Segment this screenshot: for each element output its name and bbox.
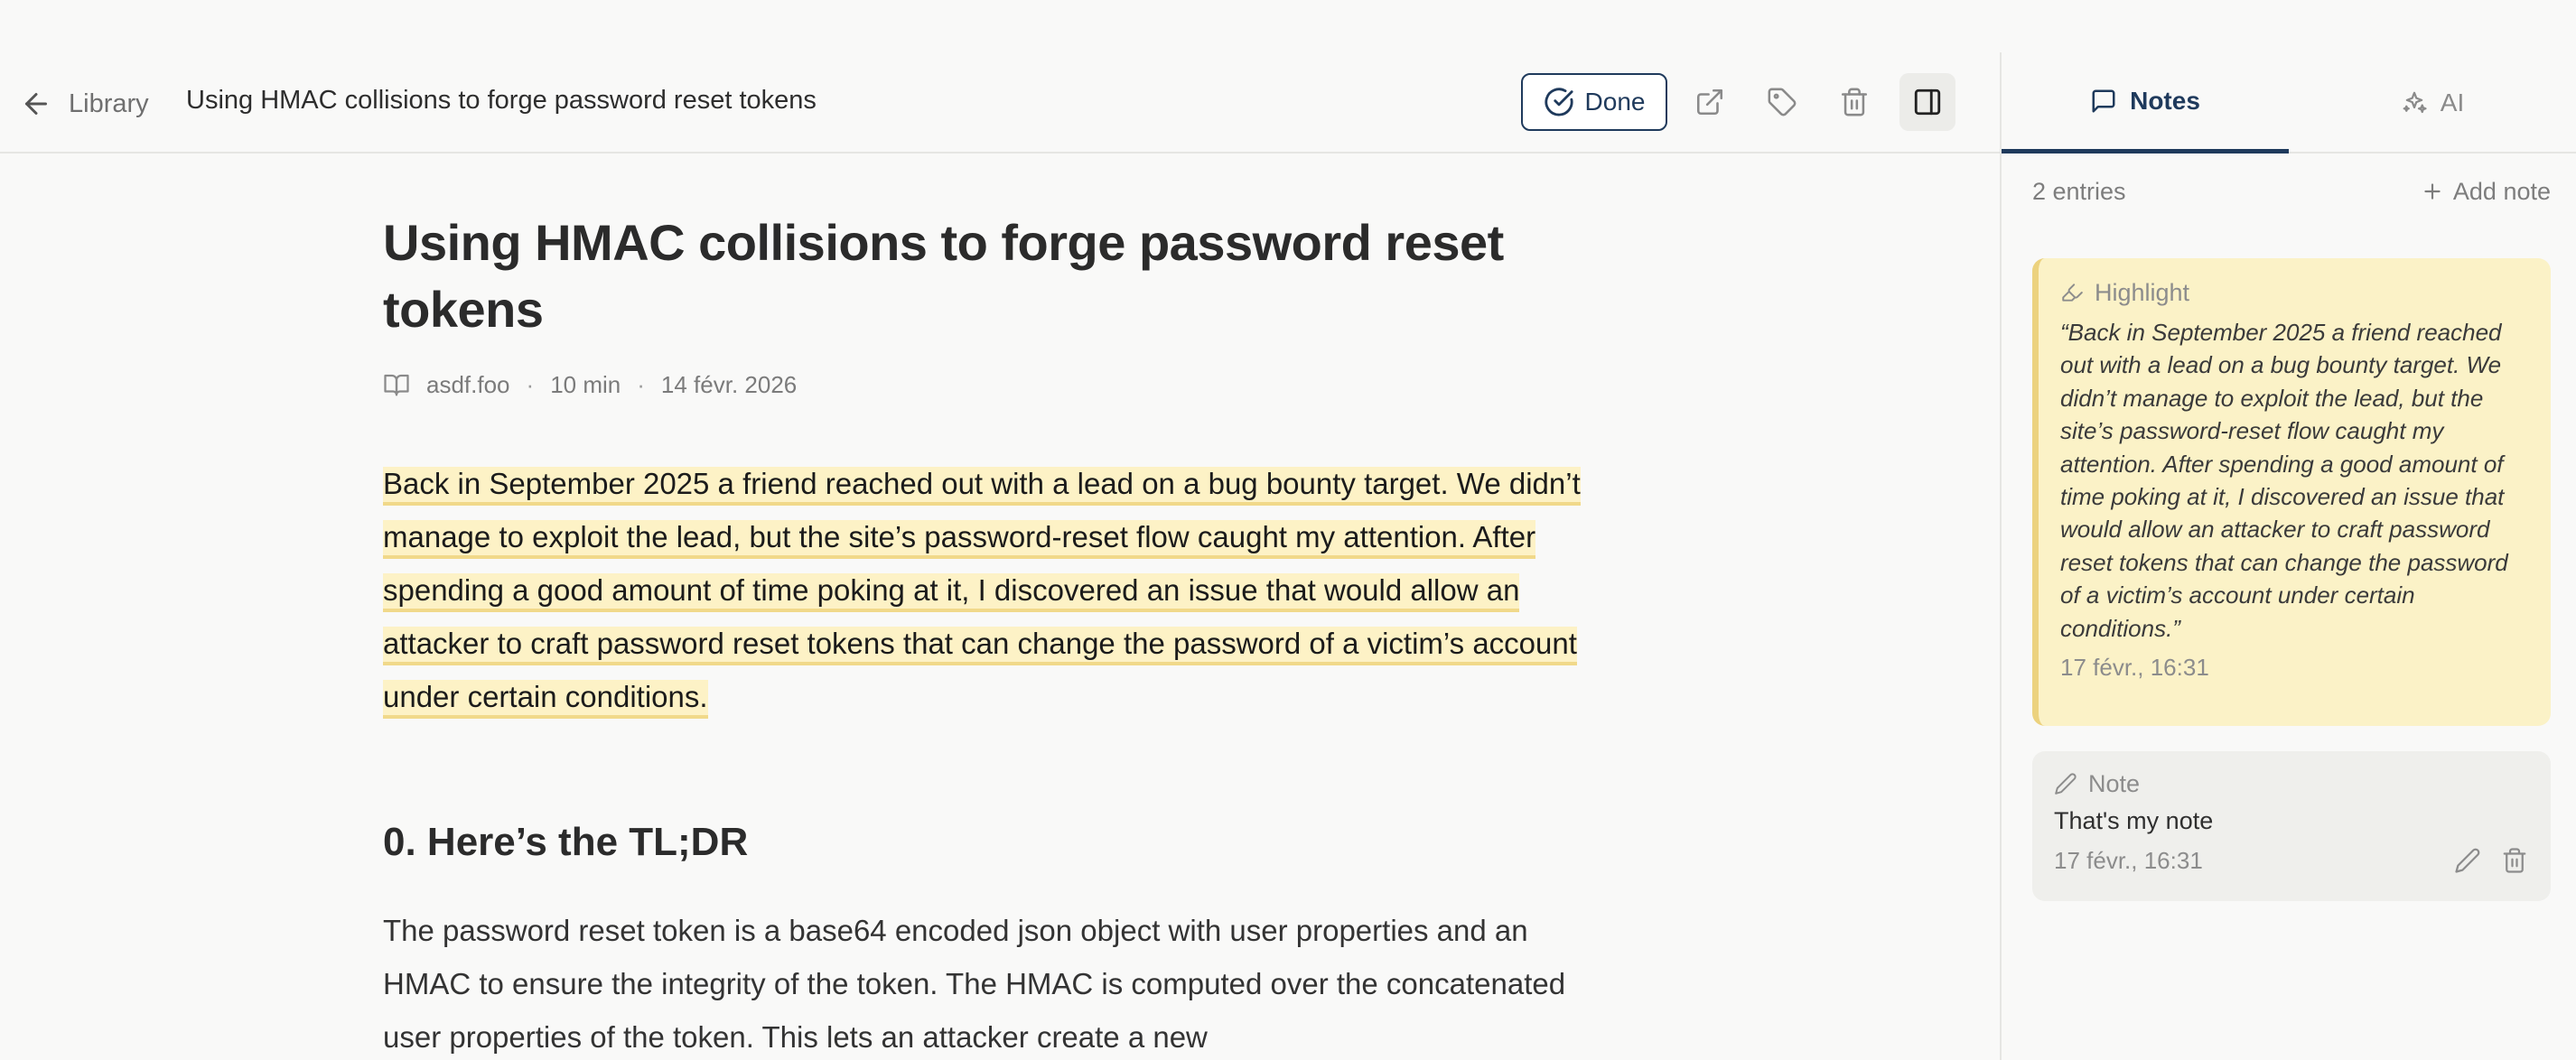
- article-title: Using HMAC collisions to forge password …: [383, 214, 1504, 338]
- notes-panel: Notes AI 2 entries Add note Highlight “B…: [2000, 52, 2576, 1060]
- note-timestamp: 17 févr., 16:31: [2054, 846, 2203, 874]
- trash-icon: [1841, 88, 1868, 116]
- top-toolbar: Library Using HMAC collisions to forge p…: [0, 52, 2000, 153]
- sparkles-icon: [2403, 91, 2427, 114]
- toggle-sidebar-button[interactable]: [1899, 73, 1955, 131]
- highlight-quote: “Back in September 2025 a friend reached…: [2060, 319, 2508, 642]
- delete-note-button[interactable]: [2500, 846, 2529, 875]
- article-read-time: 10 min: [550, 370, 621, 398]
- add-note-label: Add note: [2452, 177, 2551, 205]
- plus-icon: [2424, 183, 2441, 200]
- note-type-label: Note: [2088, 769, 2141, 797]
- article-date: 14 févr. 2026: [660, 370, 798, 398]
- article-body: Using HMAC collisions to forge password …: [383, 209, 1593, 1060]
- done-label: Done: [1584, 88, 1646, 116]
- open-external-button[interactable]: [1686, 79, 1733, 126]
- add-note-button[interactable]: Add note: [2421, 178, 2551, 206]
- body-paragraph: The password reset token is a base64 enc…: [383, 914, 1566, 1054]
- highlighter-icon: [2062, 284, 2083, 302]
- trash-icon: [2503, 848, 2526, 873]
- back-label: Library: [69, 88, 149, 118]
- highlight-type-label: Highlight: [2095, 278, 2190, 306]
- note-text: That's my note: [2054, 807, 2214, 834]
- tab-notes[interactable]: Notes: [2002, 52, 2289, 153]
- book-open-icon: [384, 374, 409, 396]
- back-to-library-button[interactable]: Library: [20, 84, 149, 124]
- check-circle-icon: [1544, 88, 1573, 116]
- done-button[interactable]: Done: [1521, 73, 1667, 131]
- highlighted-paragraph[interactable]: Back in September 2025 a friend reached …: [383, 457, 1593, 723]
- article-source: asdf.foo: [426, 370, 510, 398]
- main-column: Library Using HMAC collisions to forge p…: [0, 0, 2000, 1060]
- pencil-icon: [2055, 773, 2077, 795]
- panel-tabs: Notes AI: [2002, 52, 2576, 153]
- sidebar-toggle-icon: [1914, 88, 1941, 116]
- reader-app: Library Using HMAC collisions to forge p…: [0, 0, 2576, 1060]
- meta-separator: ·: [637, 370, 645, 398]
- note-card-header: Note: [2054, 767, 2529, 800]
- note-actions: [2453, 846, 2529, 875]
- edit-note-button[interactable]: [2453, 846, 2482, 875]
- message-square-icon: [2092, 89, 2115, 112]
- external-link-icon: [1696, 88, 1723, 116]
- tab-notes-label: Notes: [2130, 86, 2200, 115]
- note-card[interactable]: Note That's my note 17 févr., 16:31: [2032, 751, 2551, 901]
- arrow-left-icon: [25, 93, 47, 115]
- article-meta: asdf.foo · 10 min · 14 févr. 2026: [383, 370, 1593, 399]
- tag-icon: [1768, 88, 1797, 116]
- highlight-span[interactable]: Back in September 2025 a friend reached …: [383, 467, 1581, 719]
- highlight-card-header: Highlight: [2060, 276, 2529, 309]
- highlight-card[interactable]: Highlight “Back in September 2025 a frie…: [2032, 258, 2551, 726]
- entries-header: 2 entries Add note: [2032, 173, 2551, 209]
- tab-ai-label: AI: [2440, 88, 2465, 116]
- delete-button[interactable]: [1831, 79, 1878, 126]
- entries-count: 2 entries: [2032, 177, 2126, 205]
- tag-button[interactable]: [1759, 79, 1806, 126]
- tab-ai[interactable]: AI: [2289, 52, 2576, 153]
- highlight-timestamp: 17 févr., 16:31: [2060, 654, 2209, 682]
- pencil-icon: [2455, 848, 2480, 873]
- breadcrumb-title: Using HMAC collisions to forge password …: [186, 86, 817, 115]
- note-footer: 17 févr., 16:31: [2054, 846, 2529, 875]
- meta-separator: ·: [526, 370, 535, 398]
- section-heading: 0. Here’s the TL;DR: [383, 820, 749, 864]
